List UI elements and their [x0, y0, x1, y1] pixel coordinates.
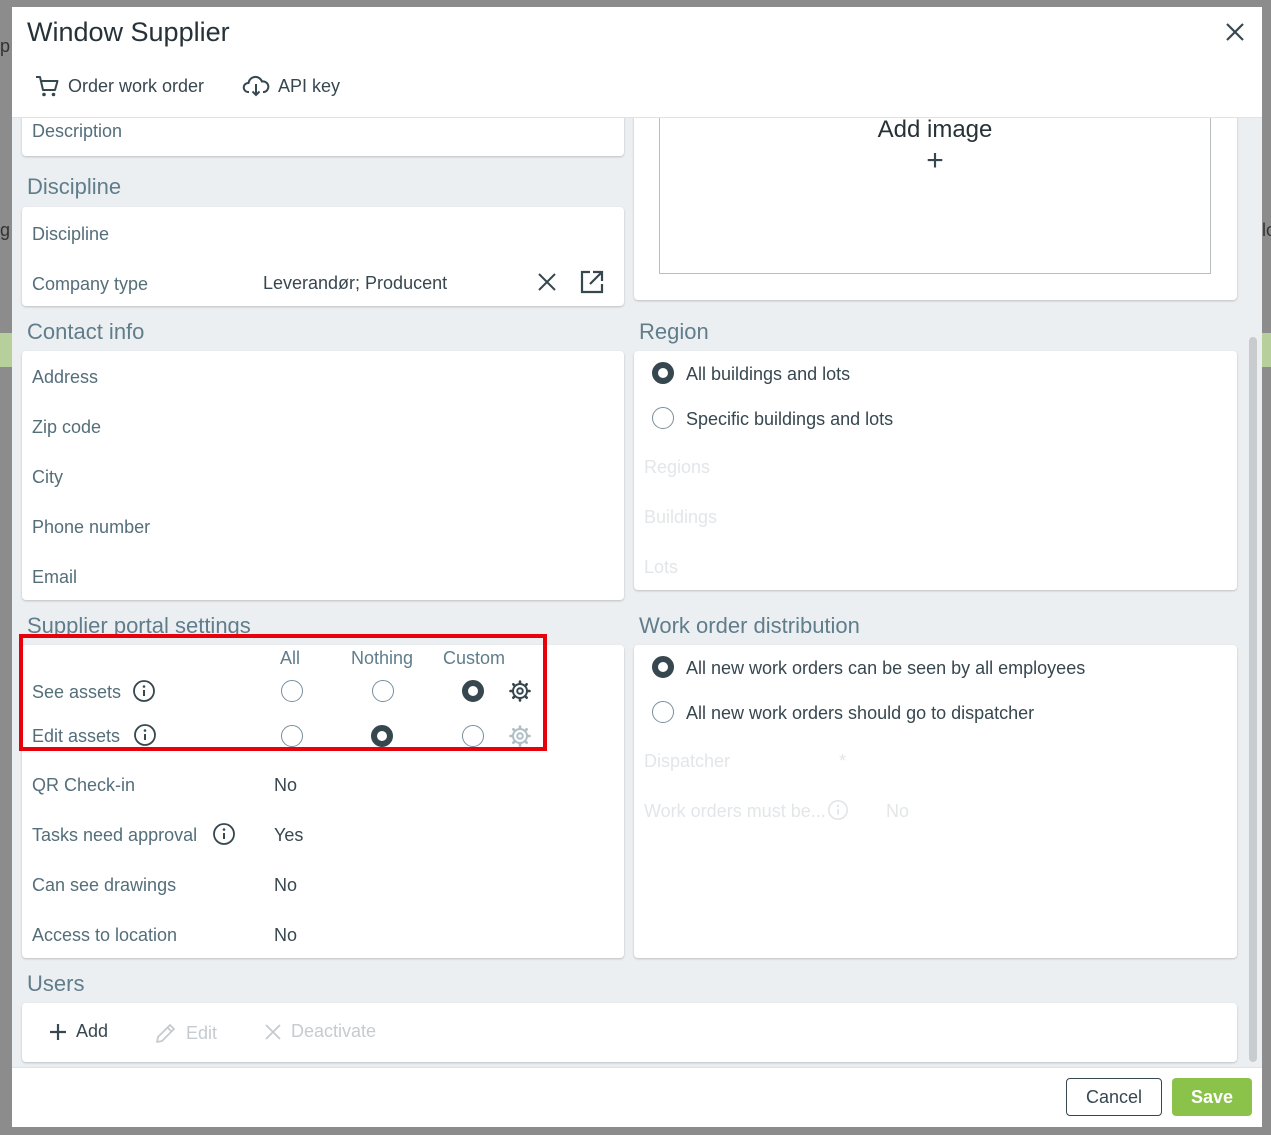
col-all-header: All [280, 648, 301, 668]
users-toolbar-card: Add Edit Deactivate [22, 1003, 1237, 1062]
see-assets-label: See assets [32, 682, 122, 702]
dispatcher-label: Dispatcher [644, 751, 731, 771]
close-icon [265, 1023, 281, 1040]
dialog-header: Window Supplier Order work order API key [12, 7, 1262, 118]
region-card: All buildings and lots Specific building… [634, 351, 1237, 590]
supplier-portal-section-title: Supplier portal settings [27, 613, 251, 638]
region-specific-radio[interactable] [652, 407, 674, 429]
info-icon[interactable] [132, 679, 156, 703]
description-card: Description [22, 118, 624, 156]
api-key-button[interactable]: API key [242, 73, 340, 99]
order-work-order-button[interactable]: Order work order [34, 73, 204, 99]
must-be-value: No [886, 801, 910, 821]
gear-icon[interactable] [508, 679, 532, 703]
background-fragment: lo [1262, 220, 1271, 240]
add-image-plus-icon: + [926, 144, 944, 177]
image-card: Add image + [634, 118, 1237, 300]
can-see-drawings-label: Can see drawings [32, 875, 177, 895]
edit-assets-label: Edit assets [32, 726, 121, 746]
plus-icon [50, 1023, 66, 1040]
api-key-label: API key [278, 75, 341, 96]
tasks-approval-value: Yes [274, 825, 304, 845]
company-type-label: Company type [32, 274, 149, 294]
order-work-order-label: Order work order [68, 75, 205, 96]
content-scrollbar[interactable] [1249, 337, 1257, 1062]
access-location-label: Access to location [32, 925, 178, 945]
see-assets-custom-radio[interactable] [462, 680, 484, 702]
phone-number-label: Phone number [32, 517, 151, 537]
open-in-new-icon [580, 270, 604, 294]
region-specific-label[interactable]: Specific buildings and lots [686, 409, 893, 430]
users-section-title: Users [27, 971, 85, 996]
region-all-radio[interactable] [652, 362, 674, 384]
zip-code-label: Zip code [32, 417, 102, 437]
tasks-approval-label: Tasks need approval [32, 825, 198, 845]
col-nothing-header: Nothing [351, 648, 414, 668]
edit-user-button: Edit [154, 1021, 217, 1045]
edit-assets-custom-radio[interactable] [462, 725, 484, 747]
background-fragment: g [0, 220, 11, 240]
can-see-drawings-value: No [274, 875, 298, 895]
city-label: City [32, 467, 63, 487]
address-label: Address [32, 367, 99, 387]
deactivate-user-button: Deactivate [263, 1021, 376, 1042]
lots-label: Lots [644, 557, 679, 577]
regions-label: Regions [644, 457, 711, 477]
close-icon [1226, 23, 1244, 41]
dispatcher-required-mark: * [839, 751, 847, 771]
discipline-label: Discipline [32, 224, 110, 244]
email-label: Email [32, 567, 78, 587]
contact-section-title: Contact info [27, 319, 145, 344]
dialog-footer: Cancel Save [12, 1067, 1262, 1127]
close-button[interactable] [1222, 19, 1248, 45]
supplier-portal-card: All Nothing Custom See assets Edit asset… [22, 645, 624, 958]
info-icon [828, 800, 848, 820]
save-button[interactable]: Save [1172, 1078, 1252, 1116]
cancel-button[interactable]: Cancel [1066, 1078, 1162, 1116]
pencil-icon [156, 1024, 175, 1043]
info-icon[interactable] [212, 822, 236, 846]
edit-assets-all-radio[interactable] [281, 725, 303, 747]
deactivate-user-label: Deactivate [291, 1021, 377, 1041]
col-custom-header: Custom [443, 648, 506, 668]
qr-checkin-label: QR Check-in [32, 775, 136, 795]
cart-icon [36, 76, 59, 97]
gear-icon [509, 725, 531, 747]
edit-user-label: Edit [186, 1022, 218, 1043]
distribution-dispatcher-label[interactable]: All new work orders should go to dispatc… [686, 703, 1034, 724]
close-icon [538, 273, 556, 291]
dialog-content: Description Add image + Discipline Disci… [12, 118, 1262, 1068]
distribution-section-title: Work order distribution [639, 613, 860, 638]
see-assets-nothing-radio[interactable] [372, 680, 394, 702]
clear-company-type-button[interactable] [536, 271, 558, 298]
background-fragment: p [0, 36, 11, 56]
must-be-label: Work orders must be... [644, 801, 826, 821]
company-type-value: Leverandør; Producent [263, 273, 448, 293]
info-icon[interactable] [133, 723, 157, 747]
image-dropzone[interactable]: Add image + [659, 118, 1211, 274]
see-assets-all-radio[interactable] [281, 680, 303, 702]
distribution-all-radio[interactable] [652, 656, 674, 678]
supplier-dialog: Window Supplier Order work order API key… [12, 7, 1262, 1127]
add-image-label: Add image [877, 118, 993, 143]
add-user-label: Add [76, 1021, 109, 1041]
access-location-value: No [274, 925, 298, 945]
region-section-title: Region [639, 319, 709, 344]
distribution-dispatcher-radio[interactable] [652, 701, 674, 723]
qr-checkin-value: No [274, 775, 298, 795]
buildings-label: Buildings [644, 507, 718, 527]
discipline-card: Discipline Company type Leverandør; Prod… [22, 207, 624, 306]
description-label: Description [32, 121, 123, 141]
edit-assets-nothing-radio[interactable] [371, 725, 393, 747]
cloud-download-icon [242, 75, 270, 97]
add-user-button[interactable]: Add [48, 1021, 108, 1042]
contact-card: Address Zip code City Phone number Email [22, 351, 624, 600]
open-company-type-button[interactable] [579, 269, 605, 300]
distribution-all-label[interactable]: All new work orders can be seen by all e… [686, 658, 1085, 679]
distribution-card: All new work orders can be seen by all e… [634, 645, 1237, 958]
dialog-title: Window Supplier [27, 17, 230, 47]
discipline-section-title: Discipline [27, 174, 122, 199]
region-all-label[interactable]: All buildings and lots [686, 364, 850, 385]
